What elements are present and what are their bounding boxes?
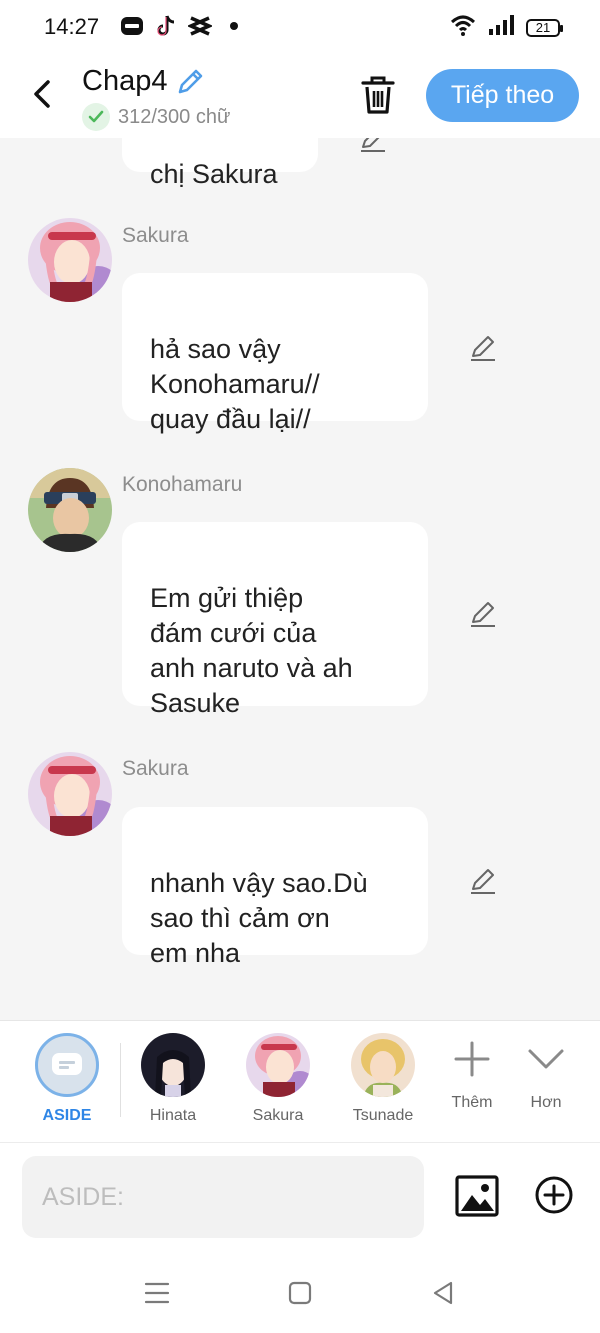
speaker-name: Konohamaru	[122, 473, 243, 496]
capcut-icon	[188, 14, 212, 38]
character-aside[interactable]: ASIDE	[22, 1033, 112, 1125]
edit-message-icon[interactable]	[358, 138, 388, 154]
dot-icon	[222, 14, 246, 38]
more-label: Hơn	[530, 1094, 562, 1111]
composer-bar	[0, 1142, 600, 1253]
status-time: 14:27	[44, 14, 100, 39]
edit-message-icon[interactable]	[468, 333, 498, 363]
zalo-icon	[120, 14, 144, 38]
avatar-sakura[interactable]	[28, 218, 112, 302]
editor-header: Chap4 312/300 chữ Tiếp theo	[0, 52, 600, 138]
home-icon[interactable]	[283, 1276, 317, 1310]
character-sakura[interactable]: Sakura	[233, 1033, 323, 1125]
chat-area[interactable]: chị Sakura Sakura hả sao vậy Konohamaru/…	[0, 138, 600, 1020]
message-text: chị Sakura	[150, 159, 278, 189]
edit-message-icon[interactable]	[468, 599, 498, 629]
speaker-name: Sakura	[122, 224, 189, 247]
message-text: nhanh vậy sao.Dù sao thì cảm ơn em nha	[150, 868, 368, 968]
back-nav-icon[interactable]	[426, 1276, 460, 1310]
next-button[interactable]: Tiếp theo	[426, 69, 579, 122]
message-input[interactable]	[22, 1156, 424, 1238]
message-bubble[interactable]: Em gửi thiệp đám cưới của anh naruto và …	[122, 522, 428, 718]
message-bubble[interactable]: hả sao vậy Konohamaru// quay đầu lại//	[122, 273, 428, 434]
battery-indicator: 21	[526, 18, 563, 37]
character-toolbar: ASIDE Hinata Sakura Tsunade Thêm Hơn	[0, 1020, 600, 1143]
plus-circle-icon[interactable]	[534, 1175, 574, 1215]
plus-icon	[452, 1041, 492, 1083]
avatar-tsunade	[351, 1033, 415, 1097]
check-icon	[82, 103, 110, 131]
toolbar-divider	[120, 1043, 121, 1117]
character-tsunade[interactable]: Tsunade	[338, 1033, 428, 1125]
message-bubble[interactable]: chị Sakura	[122, 138, 318, 189]
word-count-text: 312/300 chữ	[118, 105, 231, 128]
chevron-down-icon	[526, 1049, 566, 1083]
character-label: ASIDE	[42, 1107, 92, 1124]
more-button[interactable]: Hơn	[514, 1039, 578, 1112]
signal-icon	[488, 14, 514, 41]
character-hinata[interactable]: Hinata	[128, 1033, 218, 1125]
system-nav-bar	[0, 1252, 600, 1333]
avatar-konohamaru[interactable]	[28, 468, 112, 552]
menu-icon[interactable]	[140, 1276, 174, 1310]
aside-icon	[35, 1033, 99, 1097]
add-label: Thêm	[451, 1094, 493, 1111]
trash-icon[interactable]	[358, 74, 398, 116]
word-count: 312/300 chữ	[82, 103, 230, 131]
tiktok-icon	[154, 14, 178, 38]
speaker-name: Sakura	[122, 757, 189, 780]
back-button[interactable]	[26, 74, 58, 114]
status-bar: 14:27 21	[0, 0, 600, 52]
edit-title-icon[interactable]	[174, 66, 206, 103]
avatar-sakura[interactable]	[28, 752, 112, 836]
message-text: Em gửi thiệp đám cưới của anh naruto và …	[150, 583, 353, 718]
image-icon[interactable]	[454, 1173, 500, 1219]
message-text: hả sao vậy Konohamaru// quay đầu lại//	[150, 334, 320, 434]
avatar-hinata	[141, 1033, 205, 1097]
status-indicators: 21	[450, 14, 563, 41]
wifi-icon	[450, 14, 476, 41]
chapter-title: Chap4	[82, 65, 168, 97]
status-app-icons	[120, 14, 246, 38]
avatar-sakura	[246, 1033, 310, 1097]
edit-message-icon[interactable]	[468, 866, 498, 896]
character-label: Tsunade	[352, 1107, 414, 1124]
character-label: Sakura	[252, 1107, 304, 1124]
message-bubble[interactable]: nhanh vậy sao.Dù sao thì cảm ơn em nha	[122, 807, 428, 968]
add-character-button[interactable]: Thêm	[440, 1039, 504, 1112]
character-label: Hinata	[149, 1107, 197, 1124]
